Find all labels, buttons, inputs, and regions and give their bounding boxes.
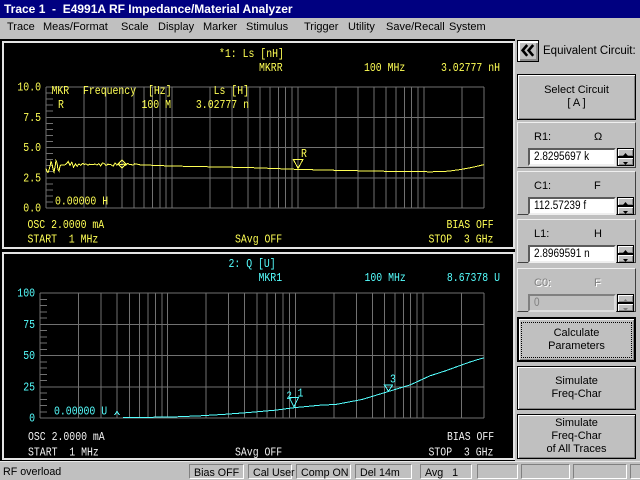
svg-text:Ls [H]: Ls [H] — [214, 84, 249, 98]
svg-text:MKRR: MKRR — [259, 61, 283, 75]
svg-text:SAvg OFF: SAvg OFF — [235, 233, 282, 247]
svg-text:3.02777 n: 3.02777 n — [196, 98, 249, 112]
svg-text:STOP 3 GHz: STOP 3 GHz — [429, 233, 494, 247]
svg-text:SAvg OFF: SAvg OFF — [235, 446, 282, 459]
svg-text:MKR1: MKR1 — [259, 271, 283, 285]
svg-text:2: Q [U]: 2: Q [U] — [229, 257, 276, 271]
svg-text:R: R — [301, 147, 307, 161]
svg-text:75: 75 — [23, 318, 35, 332]
svg-text:3: 3 — [390, 373, 396, 387]
svg-text:100 M: 100 M — [142, 98, 172, 112]
svg-text:3.02777 nH: 3.02777 nH — [441, 61, 500, 75]
svg-text:MKR: MKR — [52, 84, 70, 98]
svg-text:STOP 3 GHz: STOP 3 GHz — [429, 446, 494, 459]
svg-text:2: 2 — [287, 391, 292, 403]
svg-text:[Hz]: [Hz] — [148, 84, 172, 98]
svg-text:OSC 2.0000 mA: OSC 2.0000 mA — [28, 218, 105, 232]
svg-text:R: R — [58, 98, 64, 112]
svg-text:OSC 2.0000 mA: OSC 2.0000 mA — [28, 430, 105, 444]
svg-text:START 1 MHz: START 1 MHz — [28, 233, 99, 247]
svg-text:100 MHz: 100 MHz — [364, 61, 405, 75]
svg-text:5.0: 5.0 — [23, 141, 41, 155]
svg-text:8.67378 U: 8.67378 U — [447, 271, 500, 285]
svg-text:50: 50 — [23, 349, 35, 363]
svg-text:Frequency: Frequency — [83, 84, 136, 98]
svg-text:0: 0 — [29, 412, 35, 426]
svg-text:10.0: 10.0 — [17, 81, 41, 95]
svg-text:*1: Ls [nH]: *1: Ls [nH] — [219, 47, 284, 61]
svg-text:100: 100 — [17, 287, 35, 301]
svg-text:0.0: 0.0 — [23, 202, 41, 216]
svg-text:2.5: 2.5 — [23, 171, 41, 185]
svg-text:100 MHz: 100 MHz — [365, 271, 406, 285]
svg-text:0.00000 U: 0.00000 U — [54, 405, 107, 419]
svg-text:25: 25 — [23, 380, 35, 394]
svg-text:BIAS OFF: BIAS OFF — [447, 218, 494, 232]
svg-text:BIAS OFF: BIAS OFF — [447, 430, 494, 444]
svg-text:START 1 MHz: START 1 MHz — [28, 446, 99, 459]
svg-text:0.00000 H: 0.00000 H — [55, 195, 108, 209]
svg-text:1: 1 — [298, 387, 304, 401]
svg-text:7.5: 7.5 — [23, 111, 41, 125]
